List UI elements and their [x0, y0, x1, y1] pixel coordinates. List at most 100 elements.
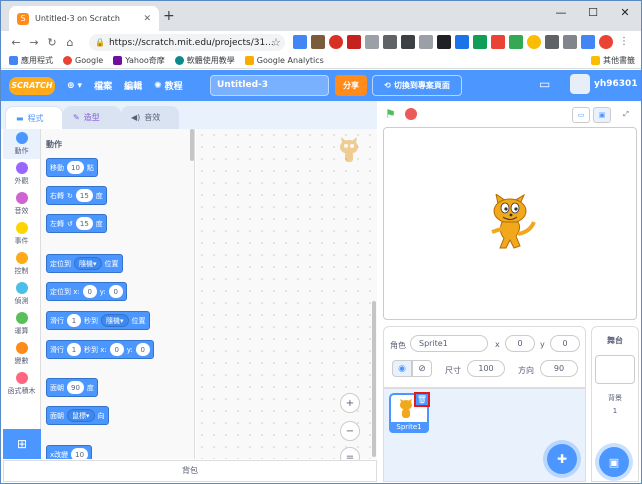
palette-scrollbar[interactable] [190, 129, 194, 161]
sprite-cat-icon[interactable] [484, 194, 536, 250]
see-project-page-button[interactable]: ⟲ 切換到專案頁面 [372, 75, 462, 96]
category-sensing[interactable]: 偵測 [3, 279, 40, 309]
size-input[interactable]: 100 [467, 360, 505, 377]
small-stage-icon[interactable]: ▭ [572, 107, 590, 123]
block-go-to[interactable]: 定位到 隨機 ▾ 位置 [46, 254, 123, 273]
tab-sounds[interactable]: ◀) 音效 [121, 106, 179, 129]
backpack-bar[interactable]: 背包 [3, 460, 377, 482]
new-extension-icon[interactable] [455, 35, 469, 49]
home-icon[interactable]: ⌂ [61, 36, 79, 49]
normal-stage-icon[interactable]: ▣ [593, 107, 611, 123]
tutorials-menu[interactable]: ✺ 教程 [154, 79, 183, 93]
direction-input[interactable]: 90 [540, 360, 578, 377]
tab-costumes[interactable]: ✎ 造型 [63, 106, 121, 129]
tab-code[interactable]: ▬ 程式 [5, 106, 63, 129]
block-input[interactable]: 0 [109, 343, 124, 356]
bookmark-google[interactable]: Google [63, 56, 103, 65]
minimize-icon[interactable]: — [545, 1, 577, 23]
block-input[interactable]: 1 [67, 343, 81, 356]
close-window-icon[interactable]: ✕ [609, 1, 641, 23]
block-dropdown[interactable]: 隨機 ▾ [74, 257, 102, 270]
forward-icon[interactable]: → [25, 36, 43, 49]
extension-icon[interactable] [545, 35, 559, 49]
project-title-input[interactable]: Untitled-3 [210, 75, 329, 96]
block-turn-left[interactable]: 左轉 ↺ 15 度 [46, 214, 107, 233]
category-events[interactable]: 事件 [3, 219, 40, 249]
extension-icon[interactable] [473, 35, 487, 49]
block-glide-to-xy[interactable]: 滑行 1 秒到 x: 0 y: 0 [46, 340, 154, 359]
extension-icon[interactable] [365, 35, 379, 49]
category-variables[interactable]: 變數 [3, 339, 40, 369]
more-menu-icon[interactable]: ⋮ [617, 35, 631, 49]
language-menu[interactable]: ⊕ ▾ [67, 81, 82, 91]
extension-icon[interactable] [491, 35, 505, 49]
reload-icon[interactable]: ↻ [43, 36, 61, 49]
browser-tab[interactable]: S Untitled-3 on Scratch ✕ [9, 6, 159, 31]
extension-icon[interactable] [581, 35, 595, 49]
y-input[interactable]: 0 [550, 335, 580, 352]
url-field[interactable]: 🔒 https://scratch.mit.edu/projects/31... [89, 34, 285, 51]
show-sprite-eye-icon[interactable]: ◉ [392, 360, 412, 377]
extension-icon[interactable] [437, 35, 451, 49]
maximize-icon[interactable]: ☐ [577, 1, 609, 23]
block-go-to-xy[interactable]: 定位到 x: 0 y: 0 [46, 282, 127, 301]
block-change-x[interactable]: x改變 10 [46, 445, 93, 459]
extension-icon[interactable] [311, 35, 325, 49]
bookmark-software[interactable]: 軟體使用教學 [174, 55, 235, 66]
block-input[interactable]: 1 [67, 314, 81, 327]
hide-sprite-eye-icon[interactable]: ⊘ [412, 360, 432, 377]
code-area-scrollbar[interactable] [372, 301, 376, 457]
block-input[interactable]: 0 [135, 343, 150, 356]
sprite-name-input[interactable]: Sprite1 [410, 335, 488, 352]
bookmark-analytics[interactable]: Google Analytics [244, 56, 324, 65]
category-my-blocks[interactable]: 函式積木 [3, 369, 40, 399]
code-area[interactable]: + − = [196, 129, 377, 467]
block-input[interactable]: 10 [71, 448, 89, 459]
extension-icon[interactable] [383, 35, 397, 49]
fullscreen-icon[interactable]: ⤢ [617, 107, 635, 123]
stage-selector-panel[interactable]: 舞台 背景 1 ▣ [591, 326, 639, 482]
block-point-towards[interactable]: 面朝 鼠標 ▾ 向 [46, 406, 109, 425]
scratch-logo[interactable]: SCRATCH [9, 76, 55, 95]
zoom-out-button[interactable]: − [340, 421, 360, 441]
category-motion[interactable]: 動作 [3, 129, 40, 159]
block-dropdown[interactable]: 鼠標 ▾ [67, 409, 95, 422]
stop-extension-icon[interactable] [329, 35, 343, 49]
zoom-in-button[interactable]: + [340, 393, 360, 413]
extension-icon[interactable] [401, 35, 415, 49]
edit-menu[interactable]: 編輯 [124, 79, 142, 92]
block-point-direction[interactable]: 面朝 90 度 [46, 378, 98, 397]
my-stuff-folder-icon[interactable]: ▭ [539, 77, 550, 91]
category-control[interactable]: 控制 [3, 249, 40, 279]
stage-canvas[interactable] [383, 127, 637, 320]
bookmark-apps[interactable]: 應用程式 [9, 55, 53, 66]
extension-icon[interactable] [527, 35, 541, 49]
add-extension-button[interactable]: ⊞ [3, 429, 41, 459]
bookmark-yahoo[interactable]: Yahoo奇摩 [113, 55, 165, 66]
star-icon[interactable]: ☆ [267, 36, 285, 49]
x-input[interactable]: 0 [505, 335, 535, 352]
close-tab-icon[interactable]: ✕ [143, 14, 151, 24]
block-input[interactable]: 0 [108, 285, 123, 298]
stop-icon[interactable] [405, 108, 417, 120]
block-input[interactable]: 15 [75, 217, 93, 230]
choose-sprite-button[interactable]: ✚ [547, 444, 577, 474]
translate-extension-icon[interactable] [293, 35, 307, 49]
extension-icon[interactable] [347, 35, 361, 49]
back-icon[interactable]: ← [7, 36, 25, 49]
block-input[interactable]: 0 [82, 285, 97, 298]
block-turn-right[interactable]: 右轉 ↻ 15 度 [46, 186, 107, 205]
block-dropdown[interactable]: 隨機 ▾ [101, 314, 129, 327]
block-input[interactable]: 15 [75, 189, 93, 202]
category-sound[interactable]: 音效 [3, 189, 40, 219]
extension-icon[interactable] [509, 35, 523, 49]
delete-sprite-trash-icon[interactable]: 🗑 [414, 392, 430, 407]
block-input[interactable]: 10 [67, 161, 84, 174]
new-tab-icon[interactable]: + [163, 9, 175, 23]
profile-avatar-icon[interactable] [599, 35, 613, 49]
check-extension-icon[interactable] [419, 35, 433, 49]
category-operators[interactable]: 運算 [3, 309, 40, 339]
block-glide-to[interactable]: 滑行 1 秒到 隨機 ▾ 位置 [46, 311, 150, 330]
category-looks[interactable]: 外觀 [3, 159, 40, 189]
account-menu[interactable]: yh96301 ▾ [570, 74, 641, 94]
